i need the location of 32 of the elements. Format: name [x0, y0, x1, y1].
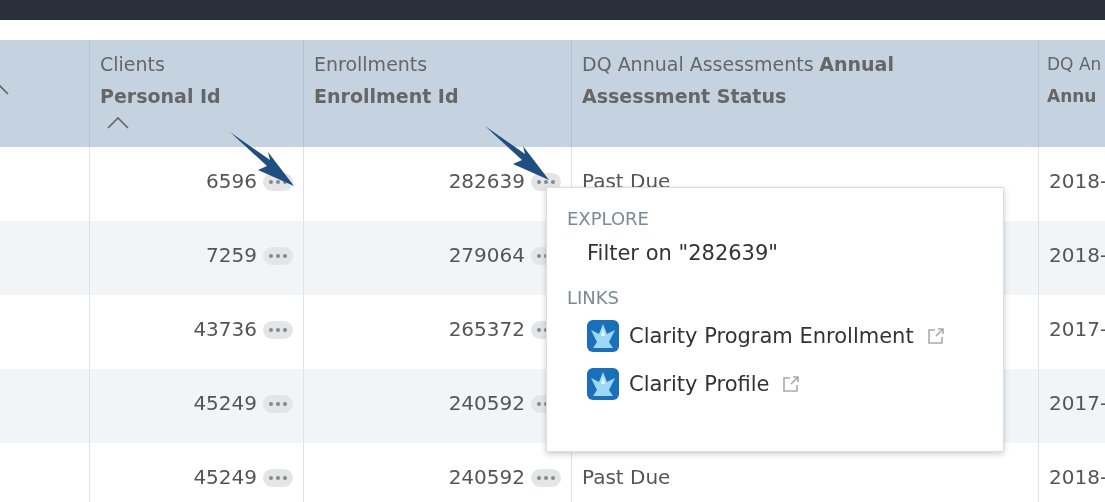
column-header[interactable]: DQ Annual Assessments Annual Assessment Status	[571, 40, 1038, 147]
external-link-icon	[781, 374, 802, 394]
column-header[interactable]: DQ An Annu	[1038, 40, 1105, 147]
menu-link[interactable]: Clarity Profile	[629, 372, 770, 396]
external-link-icon	[925, 326, 946, 346]
table-cell: 240592	[448, 391, 525, 415]
column-header-label: DQ Annual Assessments Annual Assessment Status	[582, 52, 895, 109]
menu-section-heading: EXPLORE	[567, 208, 650, 229]
menu-section-heading: LINKS	[567, 287, 621, 308]
table-cell: 240592	[448, 465, 525, 489]
table-cell: 265372	[448, 317, 525, 341]
table-cell: 43736	[193, 317, 257, 341]
table-cell: 279064	[448, 243, 525, 267]
menu-item[interactable]: Filter on "282639"	[567, 241, 983, 265]
column-header-label: DQ An Annu	[1047, 53, 1103, 108]
more-options-button[interactable]	[263, 469, 293, 487]
table-cell: 45249	[193, 465, 257, 489]
table-cell: Past Due	[582, 465, 671, 489]
column-header[interactable]: Enrollments Enrollment Id	[303, 40, 571, 147]
more-options-button[interactable]	[531, 469, 561, 487]
column-header-label: Enrollments Enrollment Id	[314, 52, 460, 109]
column-header-label: Clients Personal Id	[100, 52, 222, 109]
sort-ascending-icon[interactable]	[106, 116, 130, 130]
table-cell: 7259	[206, 243, 257, 267]
table-cell: 282639	[448, 169, 525, 193]
menu-link[interactable]: Clarity Program Enrollment	[629, 324, 914, 348]
app-icon	[587, 320, 619, 352]
more-options-button[interactable]	[263, 321, 293, 339]
table-cell: 45249	[193, 391, 257, 415]
app-icon	[587, 368, 619, 400]
column-header[interactable]: Clients Personal Id	[89, 40, 303, 147]
table-cell: 6596	[206, 169, 257, 193]
